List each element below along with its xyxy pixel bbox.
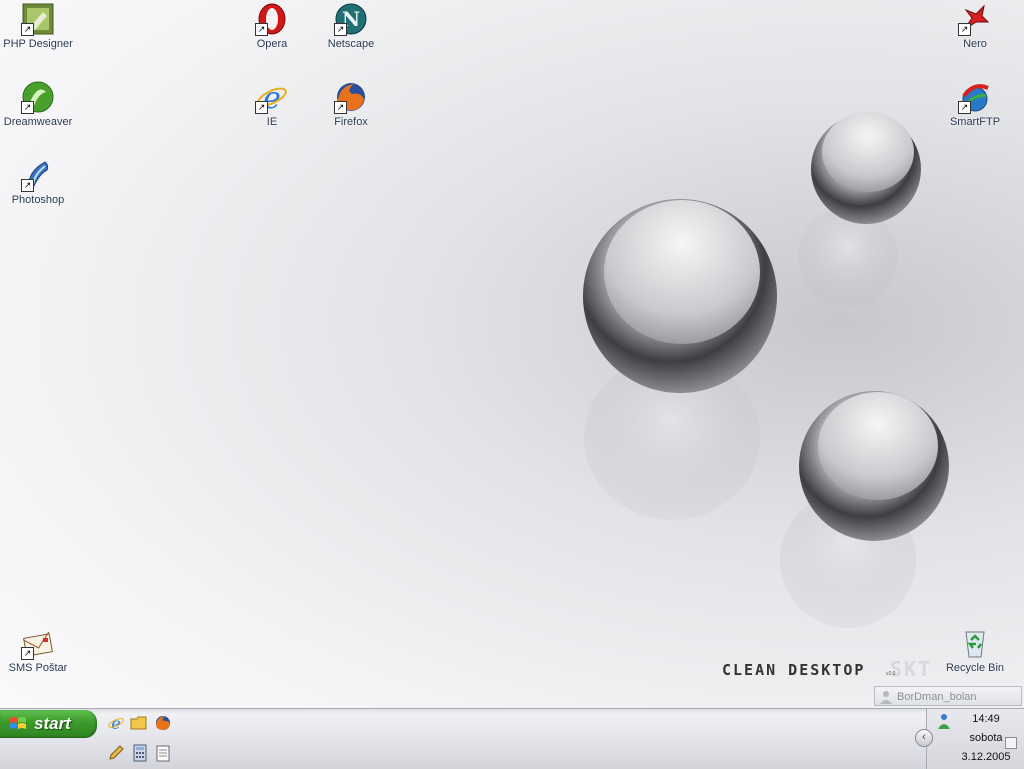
shortcut-arrow-icon: ↗ (255, 23, 268, 36)
calculator-icon[interactable] (131, 744, 149, 762)
clock-time[interactable]: 14:49 (947, 713, 1024, 725)
shortcut-arrow-icon: ↗ (958, 23, 971, 36)
show-desktop-icon[interactable] (1005, 737, 1017, 749)
system-tray: ‹ 14:49 sobota 3.12.2005 (915, 709, 1024, 769)
ie-icon[interactable]: e (107, 714, 125, 732)
desktop-icon-photoshop[interactable]: ↗ Photoshop (0, 158, 76, 206)
shortcut-arrow-icon: ↗ (334, 101, 347, 114)
desktop-icon-label: Netscape (327, 38, 375, 50)
desktop-icon-smartftp[interactable]: ↗ SmartFTP (937, 80, 1013, 128)
firefox-icon[interactable] (154, 714, 172, 732)
wallpaper-brand: CLEAN DESKTOP (722, 661, 866, 679)
desktop-icon-php-designer[interactable]: ↗ PHP Designer (0, 2, 76, 50)
shortcut-arrow-icon: ↗ (958, 101, 971, 114)
user-bar-text: BorDman_bolan (897, 691, 977, 703)
user-bar[interactable]: BorDman_bolan (874, 686, 1022, 706)
folder-icon[interactable] (130, 714, 148, 732)
shortcut-arrow-icon: ↗ (21, 101, 34, 114)
desktop-icon-opera[interactable]: ↗ Opera (234, 2, 310, 50)
pencil-icon[interactable] (107, 744, 125, 762)
desktop-icon-label: Firefox (334, 116, 368, 128)
shortcut-arrow-icon: ↗ (21, 179, 34, 192)
tray-expand-button[interactable]: ‹ (915, 729, 933, 747)
desktop-icon-label: Dreamweaver (3, 116, 73, 128)
desktop-icon-label: Opera (256, 38, 288, 50)
desktop-icon-label: Nero (963, 38, 987, 50)
shortcut-arrow-icon: ↗ (21, 23, 34, 36)
notepad-icon[interactable] (154, 744, 172, 762)
shortcut-arrow-icon: ↗ (255, 101, 268, 114)
desktop-icon-label: SMS Poštar (8, 662, 68, 674)
desktop-icon-label: SmartFTP (949, 116, 1001, 128)
desktop-icon-label: PHP Designer (3, 38, 73, 50)
recycle-bin-icon (965, 631, 985, 658)
shortcut-arrow-icon: ↗ (21, 647, 34, 660)
shortcut-arrow-icon: ↗ (334, 23, 347, 36)
start-button[interactable]: start (0, 710, 97, 738)
wallpaper-version: v2.0 (886, 671, 896, 677)
windows-flag-icon (10, 717, 26, 729)
desktop: ↗ PHP Designer ↗ Dreamweaver ↗ Photoshop… (0, 0, 1024, 708)
desktop-icon-recycle-bin[interactable]: Recycle Bin (937, 626, 1013, 674)
desktop-icon-sms-postar[interactable]: ↗ SMS Poštar (0, 626, 76, 674)
desktop-icon-label: Photoshop (11, 194, 65, 206)
desktop-icon-dreamweaver[interactable]: ↗ Dreamweaver (0, 80, 76, 128)
wallpaper-spheres (583, 112, 949, 628)
desktop-icon-label: Recycle Bin (945, 662, 1005, 674)
user-icon (880, 691, 892, 704)
desktop-icon-nero[interactable]: ↗ Nero (937, 2, 1013, 50)
wallpaper-brand-ghost: SKT (890, 657, 933, 681)
start-label: start (34, 714, 71, 733)
taskbar: start e ‹ 14:49 sobota 3.12.2005 (0, 708, 1024, 769)
desktop-icon-label: IE (266, 116, 278, 128)
clock-date: 3.12.2005 (961, 751, 1011, 763)
desktop-icon-netscape[interactable]: N ↗ Netscape (313, 2, 389, 50)
desktop-icon-firefox[interactable]: ↗ Firefox (313, 80, 389, 128)
desktop-icon-ie[interactable]: e ↗ IE (234, 80, 310, 128)
svg-text:e: e (111, 714, 120, 732)
